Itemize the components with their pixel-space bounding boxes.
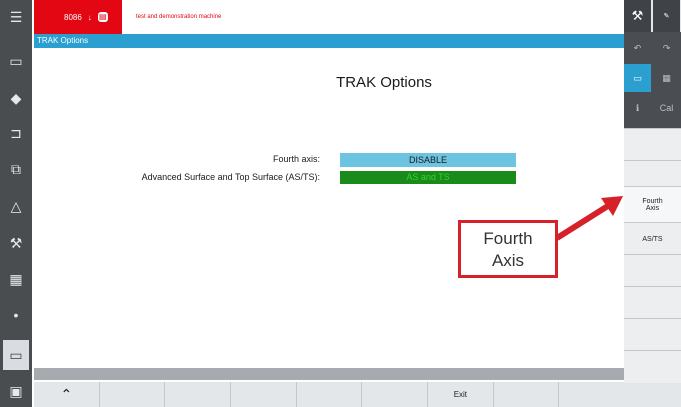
- mode-indicator[interactable]: 8086 ↓ ▤: [34, 0, 122, 34]
- softkey-empty-4[interactable]: [624, 286, 681, 319]
- softkey-empty-1[interactable]: [624, 128, 681, 161]
- fourth-axis-value[interactable]: DISABLE: [340, 153, 516, 167]
- chevron-up-icon[interactable]: ⌃: [34, 382, 100, 407]
- wrench-icon[interactable]: ⚒: [3, 228, 29, 258]
- mode-label: 8086: [64, 12, 82, 22]
- bottom-softkey-bar: ⌃ Exit: [34, 382, 624, 407]
- bottom-softkey-4[interactable]: [231, 382, 297, 407]
- parameter-icon[interactable]: ◆: [3, 83, 29, 113]
- dot-icon[interactable]: •: [3, 300, 29, 330]
- fourth-axis-label: Fourth axis:: [272, 154, 320, 164]
- screen-icon[interactable]: ▭: [624, 64, 651, 92]
- softkey-empty-3[interactable]: [624, 254, 681, 287]
- bottom-softkey-8[interactable]: [494, 382, 560, 407]
- active-panel-icon[interactable]: ▭: [3, 340, 29, 370]
- status-strip: [34, 368, 624, 380]
- calc-label[interactable]: Cal: [653, 94, 680, 122]
- calculator-icon[interactable]: ▦: [653, 64, 680, 92]
- status-icon: ▤: [97, 12, 108, 22]
- diagnostics-icon[interactable]: ▦: [3, 264, 29, 294]
- callout-arrow-icon: [555, 196, 623, 241]
- tools-icon[interactable]: ⚒: [624, 0, 651, 32]
- asts-label: Advanced Surface and Top Surface (AS/TS)…: [141, 172, 320, 182]
- softkey-empty-6[interactable]: [624, 350, 681, 383]
- softkey-fourth-axis[interactable]: Fourth Axis: [624, 186, 681, 223]
- copy-icon[interactable]: ⧉: [3, 154, 29, 184]
- softkey-asts[interactable]: AS/TS: [624, 222, 681, 255]
- triangle-icon[interactable]: △: [3, 191, 29, 221]
- bottom-softkey-9[interactable]: [559, 382, 624, 407]
- edit-mode-icon[interactable]: ✎: [653, 0, 680, 32]
- undo-icon[interactable]: ↶: [624, 34, 651, 62]
- bottom-softkey-5[interactable]: [297, 382, 363, 407]
- edit-icon[interactable]: ⊐: [3, 118, 29, 148]
- window-title: TRAK Options: [34, 34, 624, 48]
- arrow-icon: ↓: [87, 12, 92, 22]
- machine-icon[interactable]: ☰: [3, 2, 29, 32]
- callout-line-2: Axis: [491, 251, 525, 270]
- fourth-axis-callout: Fourth Axis: [458, 220, 558, 278]
- info-icon[interactable]: ℹ: [624, 94, 651, 122]
- exit-button[interactable]: Exit: [428, 382, 494, 407]
- redo-icon[interactable]: ↷: [653, 34, 680, 62]
- window-icon[interactable]: ▣: [3, 376, 29, 406]
- callout-line-1: Fourth: [483, 229, 533, 248]
- asts-value[interactable]: AS and TS: [340, 171, 516, 184]
- bottom-softkey-2[interactable]: [100, 382, 166, 407]
- program-icon[interactable]: ▭: [3, 46, 29, 76]
- softkey-empty-5[interactable]: [624, 318, 681, 351]
- right-softkey-panel: ⚒ ✎ ↶ ↷ ▭ ▦ ℹ Cal Fourth Axis AS/TS: [624, 0, 681, 407]
- bottom-softkey-6[interactable]: [362, 382, 429, 407]
- page-title: TRAK Options: [336, 74, 432, 91]
- machine-description: test and demonstration machine: [124, 0, 624, 34]
- bottom-softkey-3[interactable]: [165, 382, 232, 407]
- main-panel: TRAK Options Fourth axis: DISABLE Advanc…: [34, 48, 624, 368]
- left-toolbar: ☰ ▭ ◆ ⊐ ⧉ △ ⚒ ▦ • ▭ ▣: [0, 0, 32, 407]
